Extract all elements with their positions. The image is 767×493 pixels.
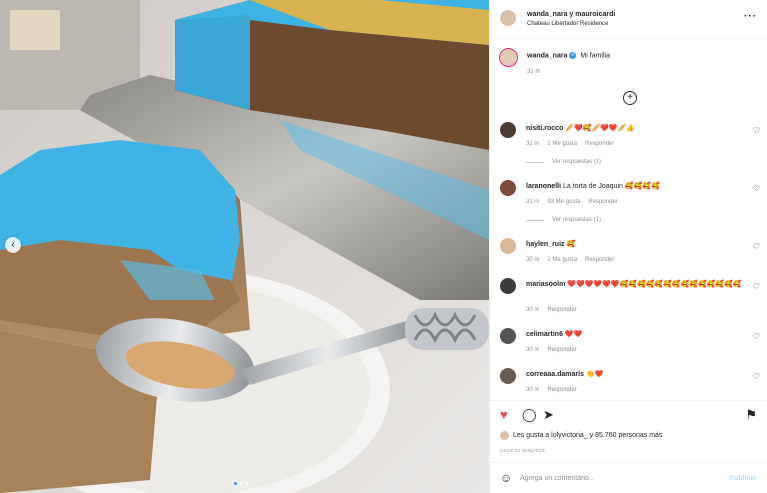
carousel-dot — [246, 482, 249, 485]
post-date: HACE 31 MINUTOS — [500, 448, 546, 453]
reply-button[interactable]: Responder — [588, 199, 617, 205]
post-header: wanda_nara y mauroicardi Chateau Liberta… — [490, 0, 767, 39]
add-comment-bar: ☺ Agrega un comentario... Publicar — [490, 462, 767, 493]
bookmark-icon[interactable]: ⚑ — [745, 408, 757, 421]
verified-badge-icon: ✓ — [569, 52, 577, 59]
post-photo[interactable]: ‹ — [0, 0, 489, 493]
comment-time: 31 m — [526, 199, 540, 205]
post-comment-button[interactable]: Publicar — [729, 475, 757, 482]
comment-meta: 30 m Responder — [526, 387, 585, 393]
likes-text: Les gusta a lolyvictoria_ y 85.760 perso… — [513, 432, 663, 439]
comment-line: celimartin6 ❤️❤️ — [526, 330, 745, 340]
avatar[interactable] — [500, 278, 516, 294]
carousel-dot — [240, 482, 243, 485]
like-comment-icon[interactable]: ♡ — [753, 126, 760, 135]
avatar — [500, 431, 509, 440]
heart-icon[interactable]: ♥ — [500, 408, 508, 421]
reply-button[interactable]: Responder — [547, 387, 576, 393]
comment-meta: 30 m Responder — [526, 307, 585, 313]
comment-line: laranonelli La torta de Joaquin 🥰🥰🥰🥰 — [526, 182, 745, 192]
comment-meta: 31 m 2 Me gusta Responder — [526, 141, 622, 147]
like-comment-icon[interactable]: ♡ — [753, 184, 760, 193]
avatar[interactable] — [500, 10, 516, 26]
avatar[interactable] — [500, 368, 516, 384]
comment-text: ❤️❤️❤️❤️❤️❤️🥰🥰🥰🥰🥰🥰🥰🥰🥰🥰🥰🥰🥰🥰 — [567, 281, 742, 288]
post-sidebar: wanda_nara y mauroicardi Chateau Liberta… — [489, 0, 767, 493]
comment-line: nisiti.rocco 🥖❤️🥰🥖❤️❤️🥖👍 — [526, 124, 745, 134]
cake-photo — [0, 0, 489, 493]
comment-time: 30 m — [526, 387, 540, 393]
carousel-prev-button[interactable]: ‹ — [5, 237, 21, 253]
view-replies-button[interactable]: Ver respuestas (1) — [526, 159, 601, 165]
post-location[interactable]: Chateau Libertador Residence — [527, 21, 608, 27]
avatar[interactable] — [500, 180, 516, 196]
view-replies-label: Ver respuestas (1) — [552, 217, 602, 223]
comment-meta: 31 m 93 Me gusta Responder — [526, 199, 626, 205]
more-horizontal-icon[interactable]: ··· — [744, 11, 757, 22]
emoji-icon[interactable]: ☺ — [500, 472, 512, 484]
comment-text: La torta de Joaquin 🥰🥰🥰🥰 — [562, 183, 660, 190]
like-comment-icon[interactable]: ♡ — [753, 282, 760, 291]
comment-time: 30 m — [526, 257, 540, 263]
comment-user[interactable]: haylen_ruiz — [526, 241, 565, 248]
comment-likes[interactable]: 2 Me gusta — [547, 257, 577, 263]
comment-likes[interactable]: 2 Me gusta — [547, 141, 577, 147]
post-actions: ♥ ◯ ➤ ⚑ — [490, 400, 767, 427]
caption-avatar[interactable] — [499, 48, 518, 67]
comment-time: 30 m — [526, 307, 540, 313]
carousel-dot — [234, 482, 237, 485]
like-comment-icon[interactable]: ♡ — [753, 372, 760, 381]
comment-line: mariasoolm ❤️❤️❤️❤️❤️❤️🥰🥰🥰🥰🥰🥰🥰🥰🥰🥰🥰🥰🥰🥰 — [526, 280, 745, 290]
comment-meta: 30 m 2 Me gusta Responder — [526, 257, 622, 263]
like-comment-icon[interactable]: ♡ — [753, 332, 760, 341]
comment-text: 🥰 — [566, 241, 576, 248]
comment-user[interactable]: celimartin6 — [526, 331, 563, 338]
avatar[interactable] — [500, 328, 516, 344]
reply-button[interactable]: Responder — [585, 257, 614, 263]
avatar[interactable] — [500, 238, 516, 254]
load-more-comments-icon[interactable]: + — [623, 91, 637, 105]
comment-user[interactable]: correaaa.damaris — [526, 371, 584, 378]
share-icon[interactable]: ➤ — [543, 408, 554, 421]
comment-user[interactable]: laranonelli — [526, 183, 561, 190]
comment-time: 31 m — [526, 141, 540, 147]
caption-user[interactable]: wanda_nara — [527, 52, 567, 59]
reply-button[interactable]: Responder — [547, 307, 576, 313]
caption-time: 31 m — [527, 69, 541, 75]
comment-line: correaaa.damaris 👏❤️ — [526, 370, 745, 380]
comment-user[interactable]: nisiti.rocco — [526, 125, 563, 132]
carousel-dots — [234, 482, 249, 485]
comment-icon[interactable]: ◯ — [522, 408, 537, 421]
avatar[interactable] — [500, 122, 516, 138]
comment-text: 🥖❤️🥰🥖❤️❤️🥖👍 — [565, 125, 636, 132]
caption: wanda_nara ✓ Mi familia — [527, 52, 610, 59]
comment-meta: 30 m Responder — [526, 347, 585, 353]
caption-text: Mi familia — [580, 52, 610, 60]
comment-input[interactable]: Agrega un comentario... — [520, 475, 595, 482]
like-comment-icon[interactable]: ♡ — [753, 242, 760, 251]
comment-line: haylen_ruiz 🥰 — [526, 240, 745, 250]
instagram-post: ‹ wanda_nara y mauroicardi Chateau Liber… — [0, 0, 767, 493]
comment-time: 30 m — [526, 347, 540, 353]
comment-text: ❤️❤️ — [564, 331, 583, 338]
reply-button[interactable]: Responder — [585, 141, 614, 147]
comment-text: 👏❤️ — [585, 371, 604, 378]
view-replies-button[interactable]: Ver respuestas (1) — [526, 217, 601, 223]
likes-summary[interactable]: Les gusta a lolyvictoria_ y 85.760 perso… — [500, 431, 662, 440]
comment-likes[interactable]: 93 Me gusta — [547, 199, 580, 205]
comment-user[interactable]: mariasoolm — [526, 281, 565, 288]
post-authors[interactable]: wanda_nara y mauroicardi — [527, 11, 615, 18]
view-replies-label: Ver respuestas (1) — [552, 159, 602, 165]
reply-button[interactable]: Responder — [547, 347, 576, 353]
